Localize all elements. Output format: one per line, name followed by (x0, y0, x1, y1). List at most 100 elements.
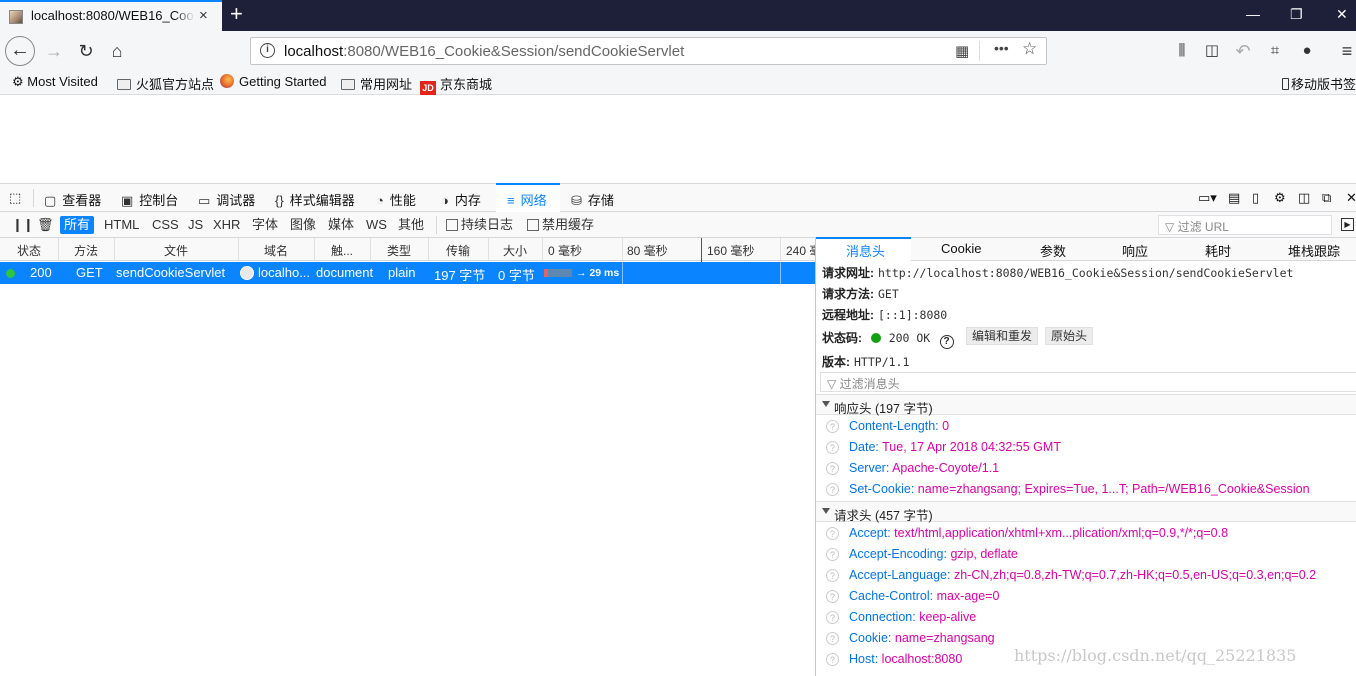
col-domain[interactable]: 域名 (238, 242, 314, 259)
request-headers-section[interactable]: 请求头 (457 字节) (816, 501, 1356, 523)
sidebar-icon[interactable]: ◫ (1198, 37, 1226, 65)
request-row[interactable]: 200 GET sendCookieServlet localho... doc… (0, 262, 816, 284)
filter-media[interactable]: 媒体 (324, 216, 358, 234)
disable-cache-checkbox[interactable] (527, 219, 539, 231)
minimize-button[interactable]: — (1246, 6, 1260, 22)
tab-storage[interactable]: ⛁ 存储 (571, 190, 614, 209)
qr-code-icon[interactable]: ▦ (955, 42, 969, 60)
dock-options-icon[interactable]: ▭▾ (1198, 190, 1217, 206)
close-devtools-icon[interactable]: ✕ (1346, 190, 1356, 206)
request-url-value[interactable]: http://localhost:8080/WEB16_Cookie&Sessi… (878, 266, 1293, 280)
filter-url-input[interactable]: ▽ 过滤 URL (1158, 215, 1332, 235)
header-help-icon[interactable]: ? (826, 611, 839, 624)
toggle-sidebar-icon[interactable]: ▶ (1341, 218, 1354, 231)
header-help-icon[interactable]: ? (826, 420, 839, 433)
new-tab-button[interactable]: + (230, 1, 243, 27)
tab-console[interactable]: ▣ 控制台 (121, 190, 178, 209)
site-info-icon[interactable]: i (260, 43, 275, 58)
tab-debugger[interactable]: ▭ 调试器 (198, 190, 255, 209)
col-cause[interactable]: 触... (314, 242, 370, 259)
col-method[interactable]: 方法 (58, 242, 114, 259)
bookmark-jd[interactable]: JD 京东商城 (420, 74, 492, 95)
clear-trash-icon[interactable]: 🗑 (33, 216, 58, 234)
console-icon: ▣ (121, 193, 134, 208)
response-headers-section[interactable]: 响应头 (197 字节) (816, 394, 1356, 416)
filter-ws[interactable]: WS (362, 216, 391, 234)
header-help-icon[interactable]: ? (826, 441, 839, 454)
edit-and-resend-button[interactable]: 编辑和重发 (966, 327, 1039, 345)
filter-css[interactable]: CSS (148, 216, 183, 234)
filter-xhr[interactable]: XHR (209, 216, 244, 234)
filter-images[interactable]: 图像 (286, 216, 320, 234)
persist-log-toggle[interactable]: 持续日志 (442, 216, 517, 234)
bookmark-most-visited[interactable]: ⚙ Most Visited (12, 74, 98, 90)
tab-stack-trace[interactable]: 堆栈跟踪 (1288, 241, 1340, 260)
bookmark-mobile[interactable]: 移动版书签 (1282, 74, 1356, 93)
responsive-design-icon[interactable]: ▯ (1252, 190, 1259, 206)
settings-gear-icon[interactable]: ⚙ (1274, 190, 1286, 206)
header-help-icon[interactable]: ? (826, 653, 839, 666)
menu-icon[interactable]: ≡ (1333, 37, 1356, 65)
close-window-button[interactable]: ✕ (1336, 6, 1348, 23)
filter-js[interactable]: JS (184, 216, 207, 234)
home-button[interactable]: ⌂ (103, 37, 131, 65)
filter-headers-input[interactable]: ▽ 过滤消息头 (820, 372, 1356, 392)
back-button[interactable]: ← (5, 36, 35, 66)
screenshot-icon[interactable]: ⌗ (1261, 37, 1289, 65)
tab-performance[interactable]: ◔ 性能 (376, 190, 416, 209)
reload-button[interactable]: ↻ (72, 37, 100, 65)
undo-icon[interactable]: ↶ (1229, 37, 1257, 65)
raw-headers-button[interactable]: 原始头 (1045, 327, 1094, 345)
bookmark-firefox-site[interactable]: 火狐官方站点 (117, 74, 214, 93)
tab-style-editor[interactable]: {} 样式编辑器 (275, 190, 355, 209)
url-text[interactable]: localhost:8080/WEB16_Cookie&Session/send… (284, 43, 684, 60)
tab-headers[interactable]: 消息头 (846, 241, 885, 260)
disable-cache-toggle[interactable]: 禁用缓存 (523, 216, 598, 234)
tab-response[interactable]: 响应 (1122, 241, 1148, 260)
details-tabs: 消息头 Cookie 参数 响应 耗时 堆栈跟踪 (816, 237, 1356, 261)
bookmark-common-sites[interactable]: 常用网址 (341, 74, 412, 93)
filter-fonts[interactable]: 字体 (248, 216, 282, 234)
header-help-icon[interactable]: ? (826, 548, 839, 561)
element-picker-icon[interactable]: ⬚ (9, 190, 21, 206)
help-icon[interactable]: ? (939, 335, 954, 349)
header-help-icon[interactable]: ? (826, 527, 839, 540)
filter-html[interactable]: HTML (100, 216, 143, 234)
row-transferred: 197 字节 (434, 268, 486, 283)
tab-memory[interactable]: ◑ 内存 (441, 190, 481, 209)
col-transferred[interactable]: 传输 (428, 242, 488, 259)
browser-tab[interactable]: localhost:8080/WEB16_Cookie&Session/send… (0, 0, 222, 31)
tab-cookies[interactable]: Cookie (941, 241, 981, 256)
col-file[interactable]: 文件 (114, 242, 238, 259)
col-size[interactable]: 大小 (488, 242, 542, 259)
header-help-icon[interactable]: ? (826, 569, 839, 582)
filter-other[interactable]: 其他 (394, 216, 428, 234)
dock-side-icon[interactable]: ◫ (1298, 190, 1310, 206)
filter-all[interactable]: 所有 (60, 216, 95, 234)
library-icon[interactable]: ⫼ (1168, 37, 1196, 65)
tab-params[interactable]: 参数 (1040, 241, 1066, 260)
close-tab-icon[interactable]: × (199, 7, 208, 24)
page-actions-icon[interactable]: ••• (994, 40, 1009, 56)
style-editor-icon: {} (275, 193, 284, 208)
tab-timings[interactable]: 耗时 (1205, 241, 1231, 260)
col-status[interactable]: 状态 (0, 242, 58, 259)
chat-icon[interactable]: ● (1293, 37, 1321, 65)
header-help-icon[interactable]: ? (826, 483, 839, 496)
forward-button[interactable]: → (40, 37, 68, 65)
waterfall-bar (544, 269, 572, 277)
header-help-icon[interactable]: ? (826, 462, 839, 475)
tab-inspector[interactable]: ▢ 查看器 (44, 190, 101, 209)
maximize-button[interactable]: ❐ (1290, 6, 1303, 23)
address-bar[interactable]: i localhost:8080/WEB16_Cookie&Session/se… (250, 37, 1047, 65)
bookmark-getting-started[interactable]: Getting Started (220, 74, 326, 89)
remote-address-row: 远程地址: [::1]:8080 (822, 308, 948, 322)
separate-window-icon[interactable]: ⧉ (1322, 190, 1331, 206)
bookmark-star-icon[interactable]: ☆ (1022, 39, 1037, 59)
tab-network[interactable]: ≡ 网络 (507, 190, 547, 209)
split-console-icon[interactable]: ▤ (1228, 190, 1240, 206)
header-help-icon[interactable]: ? (826, 590, 839, 603)
col-type[interactable]: 类型 (370, 242, 428, 259)
header-help-icon[interactable]: ? (826, 632, 839, 645)
persist-log-checkbox[interactable] (446, 219, 458, 231)
